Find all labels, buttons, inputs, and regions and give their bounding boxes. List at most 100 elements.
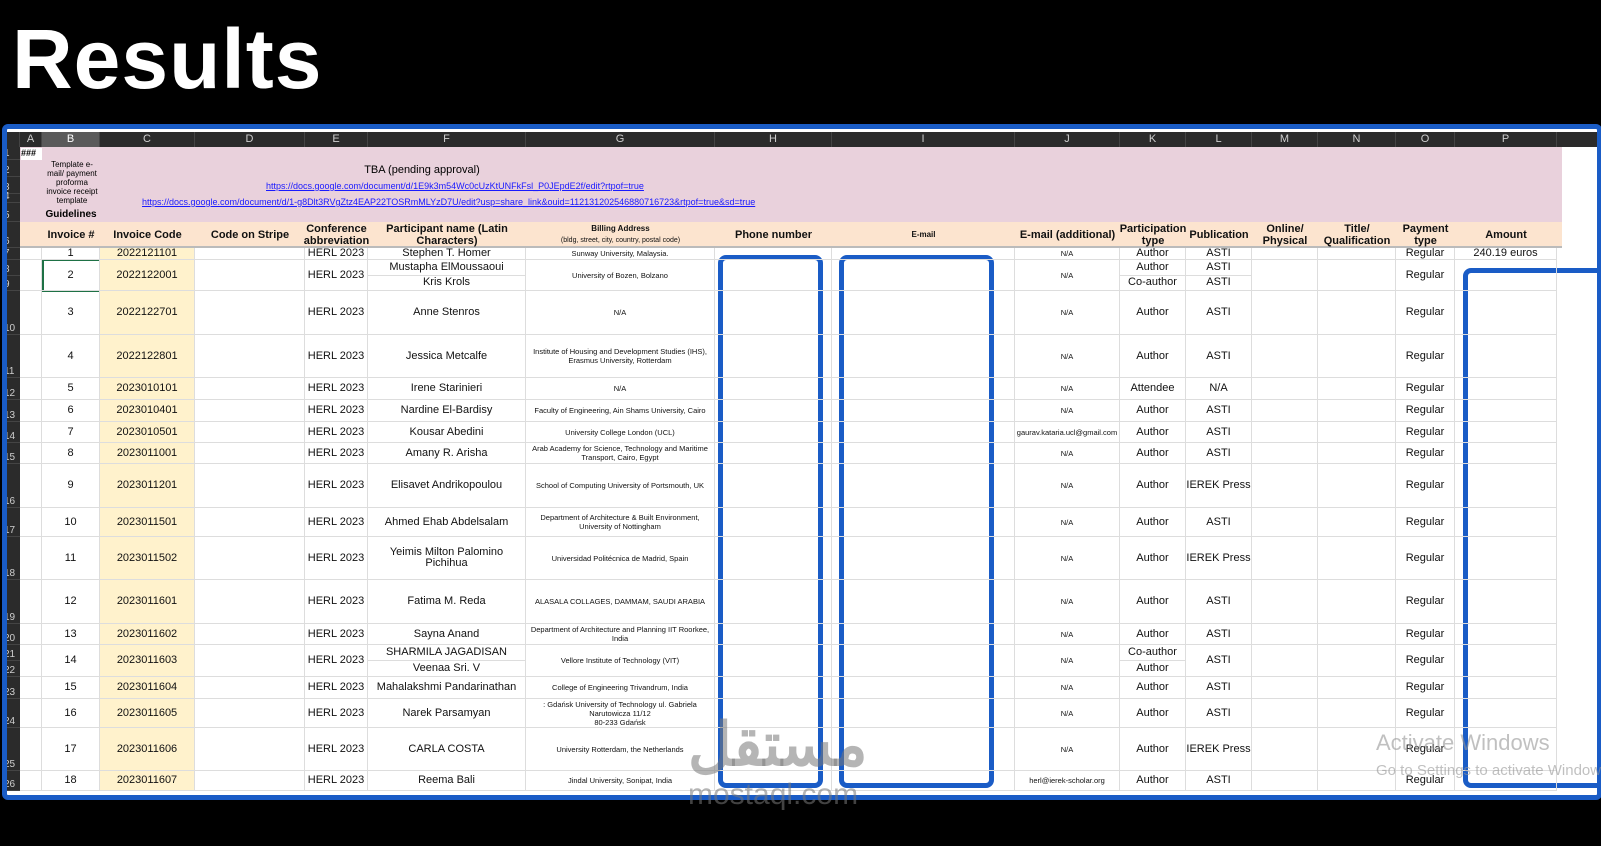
cell-stripe[interactable] [195, 335, 305, 378]
cell-names[interactable]: CARLA COSTA [368, 728, 526, 771]
cell-names[interactable]: Nardine El-Bardisy [368, 400, 526, 422]
cell-address[interactable]: Department of Architecture and Planning … [526, 624, 715, 645]
column-header-p[interactable]: P [1455, 132, 1557, 147]
cell-email2[interactable]: N/A [1015, 624, 1120, 645]
row-header[interactable]: 19 [7, 580, 20, 624]
cell-a[interactable] [20, 335, 42, 378]
cell-conf[interactable]: HERL 2023 [305, 580, 368, 624]
cell-ptype[interactable]: Co-author [1120, 645, 1186, 661]
cell-ptype[interactable]: Author [1120, 248, 1186, 260]
cell-stripe[interactable] [195, 771, 305, 791]
column-header-o[interactable]: O [1396, 132, 1455, 147]
cell-names[interactable]: Kris Krols [368, 275, 526, 291]
cell-stripe[interactable] [195, 260, 305, 291]
cell-names[interactable]: Stephen T. Homer [368, 248, 526, 260]
cell-address[interactable]: N/A [526, 291, 715, 335]
cell-a[interactable] [20, 537, 42, 580]
cell-mode[interactable] [1252, 624, 1318, 645]
cell-code[interactable]: 2022122801 [100, 335, 195, 378]
cell-pub[interactable]: ASTI [1186, 291, 1252, 335]
cell-code[interactable]: 2023010401 [100, 400, 195, 422]
cell-invoice[interactable]: 7 [42, 422, 100, 443]
column-header-j[interactable]: J [1015, 132, 1120, 147]
cell-email[interactable] [832, 422, 1015, 443]
column-header-a[interactable]: A [20, 132, 42, 147]
template-link-2[interactable]: https://docs.google.com/document/d/1-g8D… [142, 197, 755, 207]
cell-ptype[interactable]: Author [1120, 771, 1186, 791]
cell-title[interactable] [1318, 291, 1396, 335]
cell-payment[interactable]: Regular [1396, 378, 1455, 400]
row-header[interactable]: 14 [7, 422, 20, 443]
cell-amount[interactable] [1455, 677, 1557, 699]
cell-a[interactable] [20, 699, 42, 728]
cell-code[interactable]: 2022122701 [100, 291, 195, 335]
cell-mode[interactable] [1252, 699, 1318, 728]
cell-amount[interactable] [1455, 291, 1557, 335]
cell-email2[interactable]: N/A [1015, 580, 1120, 624]
cell-email2[interactable]: N/A [1015, 464, 1120, 508]
cell-phone[interactable] [715, 378, 832, 400]
cell-invoice[interactable]: 5 [42, 378, 100, 400]
cell-title[interactable] [1318, 443, 1396, 464]
cell-ptype[interactable]: Author [1120, 580, 1186, 624]
cell-email[interactable] [832, 677, 1015, 699]
cell-ptype[interactable]: Author [1120, 291, 1186, 335]
cell-stripe[interactable] [195, 422, 305, 443]
cell-title[interactable] [1318, 400, 1396, 422]
row-header[interactable]: 22 [7, 661, 20, 677]
cell-email2[interactable]: herl@ierek-scholar.org [1015, 771, 1120, 791]
cell-ptype[interactable]: Author [1120, 728, 1186, 771]
cell-mode[interactable] [1252, 728, 1318, 771]
row-header[interactable]: 1 [7, 147, 20, 160]
cell-ptype[interactable]: Attendee [1120, 378, 1186, 400]
cell-mode[interactable] [1252, 645, 1318, 677]
column-header-g[interactable]: G [526, 132, 715, 147]
cell-mode[interactable] [1252, 443, 1318, 464]
row-header[interactable]: 4 [7, 191, 20, 203]
cell-invoice[interactable]: 14 [42, 645, 100, 677]
cell-pub[interactable]: ASTI [1186, 248, 1252, 260]
cell-stripe[interactable] [195, 508, 305, 537]
cell-address[interactable]: Faculty of Engineering, Ain Shams Univer… [526, 400, 715, 422]
cell-phone[interactable] [715, 260, 832, 291]
cell-invoice[interactable]: 6 [42, 400, 100, 422]
cell-invoice[interactable]: 2 [42, 260, 100, 291]
cell-a[interactable] [20, 624, 42, 645]
cell-email2[interactable]: N/A [1015, 508, 1120, 537]
cell-pub[interactable]: ASTI [1186, 771, 1252, 791]
cell-code[interactable]: 2022122001 [100, 260, 195, 291]
cell-email[interactable] [832, 443, 1015, 464]
cell-address[interactable]: Vellore Institute of Technology (VIT) [526, 645, 715, 677]
row-header[interactable]: 15 [7, 443, 20, 464]
row-header[interactable]: 23 [7, 677, 20, 699]
cell-stripe[interactable] [195, 464, 305, 508]
cell-email2[interactable]: N/A [1015, 699, 1120, 728]
cell-a[interactable] [20, 378, 42, 400]
cell-email[interactable] [832, 645, 1015, 677]
row-header[interactable]: 13 [7, 400, 20, 422]
cell-ptype[interactable]: Author [1120, 508, 1186, 537]
cell-conf[interactable]: HERL 2023 [305, 378, 368, 400]
cell-phone[interactable] [715, 677, 832, 699]
cell-email2[interactable]: N/A [1015, 260, 1120, 291]
column-header-f[interactable]: F [368, 132, 526, 147]
cell-invoice[interactable]: 10 [42, 508, 100, 537]
cell-pub[interactable]: ASTI [1186, 508, 1252, 537]
cell-a[interactable] [20, 248, 42, 260]
cell-phone[interactable] [715, 624, 832, 645]
cell-payment[interactable]: Regular [1396, 537, 1455, 580]
column-header-c[interactable]: C [100, 132, 195, 147]
cell-a[interactable] [20, 260, 42, 291]
cell-email2[interactable]: N/A [1015, 645, 1120, 677]
cell-phone[interactable] [715, 537, 832, 580]
cell-title[interactable] [1318, 464, 1396, 508]
cell-a[interactable] [20, 443, 42, 464]
cell-stripe[interactable] [195, 677, 305, 699]
cell-pub[interactable]: ASTI [1186, 580, 1252, 624]
cell-amount[interactable] [1455, 537, 1557, 580]
cell-address[interactable]: Jindal University, Sonipat, India [526, 771, 715, 791]
cell-stripe[interactable] [195, 728, 305, 771]
cell-address[interactable]: Universidad Politécnica de Madrid, Spain [526, 537, 715, 580]
cell-ptype[interactable]: Author [1120, 677, 1186, 699]
cell-title[interactable] [1318, 580, 1396, 624]
